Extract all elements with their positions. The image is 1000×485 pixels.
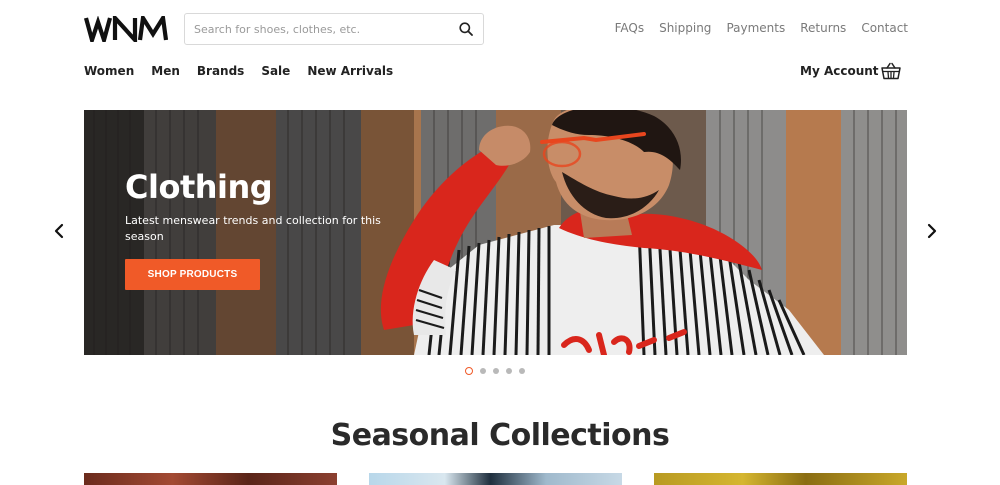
search-icon[interactable] [449, 14, 483, 44]
collection-card[interactable] [84, 473, 337, 485]
shopping-basket-icon[interactable] [881, 62, 901, 80]
brand-logo[interactable] [83, 11, 169, 48]
link-faqs[interactable]: FAQs [615, 21, 645, 35]
carousel-dot-2[interactable] [480, 368, 486, 374]
hero-title: Clothing [125, 168, 273, 206]
collection-card[interactable] [654, 473, 907, 485]
search-input[interactable] [185, 14, 449, 44]
nav-item-brands[interactable]: Brands [197, 64, 244, 78]
logo-mark [83, 11, 169, 48]
section-title: Seasonal Collections [330, 418, 670, 453]
nav-item-sale[interactable]: Sale [261, 64, 290, 78]
link-returns[interactable]: Returns [800, 21, 846, 35]
nav-item-new-arrivals[interactable]: New Arrivals [307, 64, 393, 78]
carousel-dot-1[interactable] [465, 367, 473, 375]
utility-links: FAQs Shipping Payments Returns Contact [615, 21, 908, 35]
chevron-left-icon[interactable] [52, 222, 66, 240]
carousel-indicators [465, 367, 525, 375]
hero-subtitle: Latest menswear trends and collection fo… [125, 214, 381, 243]
shop-products-button[interactable]: SHOP PRODUCTS [125, 259, 260, 290]
chevron-right-icon[interactable] [925, 222, 939, 240]
collection-card[interactable] [369, 473, 622, 485]
link-contact[interactable]: Contact [861, 21, 908, 35]
my-account-link[interactable]: My Account [800, 64, 879, 78]
search-bar [184, 13, 484, 45]
carousel-dot-3[interactable] [493, 368, 499, 374]
hero-carousel: Clothing Latest menswear trends and coll… [84, 110, 907, 355]
nav-item-women[interactable]: Women [84, 64, 134, 78]
carousel-dot-4[interactable] [506, 368, 512, 374]
link-shipping[interactable]: Shipping [659, 21, 711, 35]
nav-item-men[interactable]: Men [151, 64, 180, 78]
carousel-dot-5[interactable] [519, 368, 525, 374]
link-payments[interactable]: Payments [726, 21, 785, 35]
main-navigation: Women Men Brands Sale New Arrivals [84, 64, 393, 78]
